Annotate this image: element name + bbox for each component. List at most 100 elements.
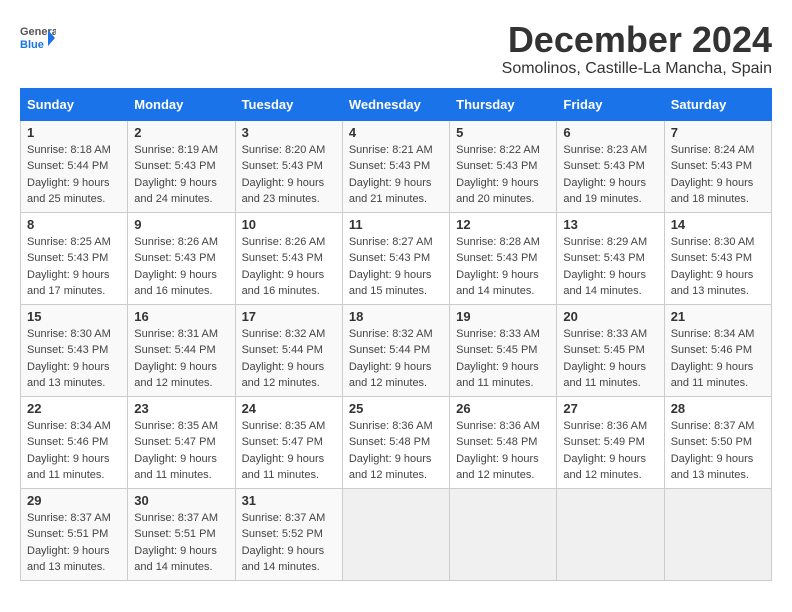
header-wednesday: Wednesday	[342, 88, 449, 120]
calendar-cell: 24 Sunrise: 8:35 AMSunset: 5:47 PMDayligh…	[235, 396, 342, 488]
day-info: Sunrise: 8:34 AMSunset: 5:46 PMDaylight:…	[671, 328, 755, 390]
day-number: 23	[134, 401, 228, 416]
day-number: 17	[242, 309, 336, 324]
day-number: 30	[134, 493, 228, 508]
calendar-cell: 29 Sunrise: 8:37 AMSunset: 5:51 PMDayligh…	[21, 488, 128, 580]
day-info: Sunrise: 8:37 AMSunset: 5:51 PMDaylight:…	[27, 512, 111, 574]
calendar-cell: 30Sunrise: 8:37 AMSunset: 5:51 PMDayligh…	[128, 488, 235, 580]
day-info: Sunrise: 8:27 AMSunset: 5:43 PMDaylight:…	[349, 236, 433, 298]
calendar-week-row: 8 Sunrise: 8:25 AMSunset: 5:43 PMDaylight…	[21, 212, 772, 304]
calendar-cell: 13 Sunrise: 8:29 AMSunset: 5:43 PMDayligh…	[557, 212, 664, 304]
day-number: 14	[671, 217, 765, 232]
day-info: Sunrise: 8:18 AMSunset: 5:44 PMDaylight:…	[27, 144, 111, 206]
day-info: Sunrise: 8:37 AMSunset: 5:50 PMDaylight:…	[671, 420, 755, 482]
calendar-cell: 12 Sunrise: 8:28 AMSunset: 5:43 PMDayligh…	[450, 212, 557, 304]
day-number: 22	[27, 401, 121, 416]
page-header: General Blue December 2024 Somolinos, Ca…	[20, 20, 772, 78]
header-sunday: Sunday	[21, 88, 128, 120]
calendar-cell: 14Sunrise: 8:30 AMSunset: 5:43 PMDayligh…	[664, 212, 771, 304]
day-info: Sunrise: 8:28 AMSunset: 5:43 PMDaylight:…	[456, 236, 540, 298]
header-saturday: Saturday	[664, 88, 771, 120]
logo-svg: General Blue	[20, 20, 56, 60]
day-number: 8	[27, 217, 121, 232]
day-info: Sunrise: 8:35 AMSunset: 5:47 PMDaylight:…	[242, 420, 326, 482]
calendar-week-row: 1Sunrise: 8:18 AMSunset: 5:44 PMDaylight…	[21, 120, 772, 212]
day-info: Sunrise: 8:36 AMSunset: 5:48 PMDaylight:…	[456, 420, 540, 482]
day-number: 9	[134, 217, 228, 232]
calendar-cell: 31 Sunrise: 8:37 AMSunset: 5:52 PMDayligh…	[235, 488, 342, 580]
day-number: 25	[349, 401, 443, 416]
day-info: Sunrise: 8:32 AMSunset: 5:44 PMDaylight:…	[349, 328, 433, 390]
logo: General Blue	[20, 20, 56, 60]
day-number: 21	[671, 309, 765, 324]
calendar-cell: 20 Sunrise: 8:33 AMSunset: 5:45 PMDayligh…	[557, 304, 664, 396]
day-number: 3	[242, 125, 336, 140]
day-info: Sunrise: 8:26 AMSunset: 5:43 PMDaylight:…	[134, 236, 218, 298]
day-number: 18	[349, 309, 443, 324]
day-number: 12	[456, 217, 550, 232]
day-number: 15	[27, 309, 121, 324]
calendar-table: Sunday Monday Tuesday Wednesday Thursday…	[20, 88, 772, 581]
header-thursday: Thursday	[450, 88, 557, 120]
day-number: 27	[563, 401, 657, 416]
day-info: Sunrise: 8:22 AMSunset: 5:43 PMDaylight:…	[456, 144, 540, 206]
calendar-cell: 15 Sunrise: 8:30 AMSunset: 5:43 PMDayligh…	[21, 304, 128, 396]
calendar-cell: 22 Sunrise: 8:34 AMSunset: 5:46 PMDayligh…	[21, 396, 128, 488]
day-info: Sunrise: 8:36 AMSunset: 5:49 PMDaylight:…	[563, 420, 647, 482]
header-monday: Monday	[128, 88, 235, 120]
day-info: Sunrise: 8:32 AMSunset: 5:44 PMDaylight:…	[242, 328, 326, 390]
calendar-cell: 19Sunrise: 8:33 AMSunset: 5:45 PMDayligh…	[450, 304, 557, 396]
calendar-cell: 4Sunrise: 8:21 AMSunset: 5:43 PMDaylight…	[342, 120, 449, 212]
day-number: 10	[242, 217, 336, 232]
day-number: 13	[563, 217, 657, 232]
calendar-cell: 7 Sunrise: 8:24 AMSunset: 5:43 PMDaylight…	[664, 120, 771, 212]
calendar-cell: 27 Sunrise: 8:36 AMSunset: 5:49 PMDayligh…	[557, 396, 664, 488]
day-info: Sunrise: 8:26 AMSunset: 5:43 PMDaylight:…	[242, 236, 326, 298]
day-info: Sunrise: 8:36 AMSunset: 5:48 PMDaylight:…	[349, 420, 433, 482]
day-info: Sunrise: 8:33 AMSunset: 5:45 PMDaylight:…	[456, 328, 540, 390]
day-number: 24	[242, 401, 336, 416]
calendar-header-row: Sunday Monday Tuesday Wednesday Thursday…	[21, 88, 772, 120]
day-number: 7	[671, 125, 765, 140]
day-info: Sunrise: 8:19 AMSunset: 5:43 PMDaylight:…	[134, 144, 218, 206]
calendar-cell: 11Sunrise: 8:27 AMSunset: 5:43 PMDayligh…	[342, 212, 449, 304]
day-number: 31	[242, 493, 336, 508]
calendar-cell: 18 Sunrise: 8:32 AMSunset: 5:44 PMDayligh…	[342, 304, 449, 396]
day-info: Sunrise: 8:30 AMSunset: 5:43 PMDaylight:…	[27, 328, 111, 390]
day-number: 20	[563, 309, 657, 324]
day-number: 5	[456, 125, 550, 140]
calendar-week-row: 29 Sunrise: 8:37 AMSunset: 5:51 PMDayligh…	[21, 488, 772, 580]
calendar-cell: 9 Sunrise: 8:26 AMSunset: 5:43 PMDaylight…	[128, 212, 235, 304]
calendar-cell: 1Sunrise: 8:18 AMSunset: 5:44 PMDaylight…	[21, 120, 128, 212]
day-info: Sunrise: 8:23 AMSunset: 5:43 PMDaylight:…	[563, 144, 647, 206]
calendar-cell: 5 Sunrise: 8:22 AMSunset: 5:43 PMDaylight…	[450, 120, 557, 212]
calendar-cell: 25 Sunrise: 8:36 AMSunset: 5:48 PMDayligh…	[342, 396, 449, 488]
day-info: Sunrise: 8:35 AMSunset: 5:47 PMDaylight:…	[134, 420, 218, 482]
calendar-cell	[450, 488, 557, 580]
page-title: December 2024	[502, 20, 772, 60]
calendar-cell: 28 Sunrise: 8:37 AMSunset: 5:50 PMDayligh…	[664, 396, 771, 488]
day-info: Sunrise: 8:33 AMSunset: 5:45 PMDaylight:…	[563, 328, 647, 390]
day-info: Sunrise: 8:25 AMSunset: 5:43 PMDaylight:…	[27, 236, 111, 298]
page-subtitle: Somolinos, Castille-La Mancha, Spain	[502, 60, 772, 78]
calendar-cell: 23 Sunrise: 8:35 AMSunset: 5:47 PMDayligh…	[128, 396, 235, 488]
calendar-week-row: 22 Sunrise: 8:34 AMSunset: 5:46 PMDayligh…	[21, 396, 772, 488]
day-info: Sunrise: 8:34 AMSunset: 5:46 PMDaylight:…	[27, 420, 111, 482]
calendar-cell	[342, 488, 449, 580]
day-info: Sunrise: 8:37 AMSunset: 5:52 PMDaylight:…	[242, 512, 326, 574]
calendar-cell: 21 Sunrise: 8:34 AMSunset: 5:46 PMDayligh…	[664, 304, 771, 396]
day-info: Sunrise: 8:29 AMSunset: 5:43 PMDaylight:…	[563, 236, 647, 298]
header-friday: Friday	[557, 88, 664, 120]
day-number: 28	[671, 401, 765, 416]
calendar-cell: 3Sunrise: 8:20 AMSunset: 5:43 PMDaylight…	[235, 120, 342, 212]
day-number: 16	[134, 309, 228, 324]
day-info: Sunrise: 8:31 AMSunset: 5:44 PMDaylight:…	[134, 328, 218, 390]
day-number: 4	[349, 125, 443, 140]
calendar-week-row: 15 Sunrise: 8:30 AMSunset: 5:43 PMDayligh…	[21, 304, 772, 396]
svg-text:Blue: Blue	[20, 39, 44, 51]
title-block: December 2024 Somolinos, Castille-La Man…	[502, 20, 772, 78]
day-info: Sunrise: 8:24 AMSunset: 5:43 PMDaylight:…	[671, 144, 755, 206]
calendar-cell: 6Sunrise: 8:23 AMSunset: 5:43 PMDaylight…	[557, 120, 664, 212]
day-number: 29	[27, 493, 121, 508]
header-tuesday: Tuesday	[235, 88, 342, 120]
